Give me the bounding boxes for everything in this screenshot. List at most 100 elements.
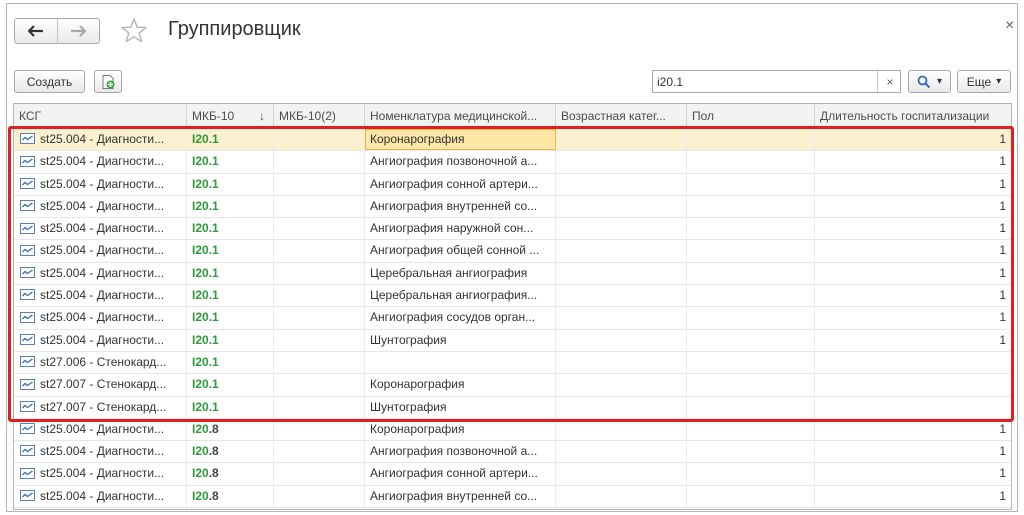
cell-nomenclature: Ангиография внутренней со... (365, 485, 556, 508)
cell-mkb10-code: I20 (192, 421, 209, 436)
cell-mkb10: I20.8 (187, 508, 274, 509)
table-body: st25.004 - Диагности... I20.1 Коронарограф… (14, 129, 1011, 509)
table-row[interactable]: st25.004 - Диагности...I20.8Коронарограф… (14, 508, 1011, 509)
column-header-sex[interactable]: Пол (687, 104, 815, 128)
cell-mkb10-code: I20 (192, 154, 209, 169)
back-button[interactable] (15, 19, 57, 43)
copy-add-icon (102, 74, 115, 89)
table-row[interactable]: st25.004 - Диагности... I20.8 Ангиография … (14, 441, 1011, 464)
star-icon[interactable] (119, 16, 149, 46)
grouper-table: КСГ МКБ-10 ↓ МКБ-10(2) Номенклатура меди… (13, 103, 1012, 510)
table-row[interactable]: st25.004 - Диагности... I20.1 Шунтография 1 (14, 329, 1011, 352)
cell-sex (687, 307, 815, 329)
table-row[interactable]: st25.004 - Диагности... I20.1 Ангиография … (14, 307, 1011, 330)
table-row[interactable]: st27.007 - Стенокард... I20.1 Коронарограф… (14, 374, 1011, 397)
table-row[interactable]: st25.004 - Диагности... I20.1 Церебральная… (14, 285, 1011, 308)
cell-ksg-text: st25.004 - Диагности... (40, 421, 165, 436)
table-row[interactable]: st27.006 - Стенокард... I20.1 (14, 351, 1011, 375)
table-row-icon (20, 133, 35, 145)
table-row[interactable]: st25.004 - Диагности... I20.1 Ангиография … (14, 195, 1011, 219)
cell-mkb10: I20.8 (187, 418, 274, 441)
cell-mkb10-2 (274, 463, 365, 485)
cell-duration: 1 (999, 421, 1006, 436)
cell-nomenclature: Шунтография (365, 329, 556, 351)
cell-mkb10-2 (274, 218, 365, 240)
cell-duration: 1 (999, 310, 1006, 325)
column-header-nomenclature[interactable]: Номенклатура медицинской... (365, 104, 556, 128)
table-row[interactable]: st25.004 - Диагности... I20.1 Ангиография … (14, 151, 1011, 174)
search-field[interactable]: × (652, 70, 901, 93)
column-header-mkb10-2[interactable]: МКБ-10(2) (274, 104, 365, 128)
cell-ksg: st27.007 - Стенокард... (14, 374, 187, 396)
cell-sex (687, 285, 815, 307)
forward-button[interactable] (56, 19, 100, 43)
cell-duration: 1 (999, 132, 1006, 146)
cell-ksg-text: st25.004 - Диагности... (40, 176, 165, 191)
table-row-icon (20, 244, 35, 256)
cell-duration: 1 (999, 176, 1006, 191)
clear-search-button[interactable]: × (877, 71, 902, 92)
column-header-mkb10[interactable]: МКБ-10 ↓ (187, 104, 274, 128)
table-row[interactable]: st25.004 - Диагности... I20.1 Коронарограф… (14, 129, 1011, 152)
column-header-age-category[interactable]: Возрастная катег... (556, 104, 687, 128)
cell-mkb10-suffix: .1 (208, 221, 219, 236)
search-button[interactable]: ▾ (908, 70, 951, 93)
cell-duration: 1 (999, 444, 1006, 459)
table-row[interactable]: st25.004 - Диагности... I20.1 Ангиография … (14, 173, 1011, 196)
table-row[interactable]: st25.004 - Диагности... I20.1 Ангиография … (14, 240, 1011, 263)
cell-nomenclature: Ангиография внутренней со... (365, 195, 556, 218)
cell-ksg: st27.006 - Стенокард... (14, 351, 187, 374)
close-icon[interactable]: × (1005, 17, 1014, 35)
cell-nomenclature: Коронарография (365, 374, 556, 396)
cell-mkb10: I20.1 (187, 262, 274, 285)
navigation-buttons (14, 18, 100, 44)
create-button[interactable]: Создать (14, 70, 85, 93)
cell-mkb10-2 (274, 173, 365, 195)
table-row[interactable]: st25.004 - Диагности... I20.1 Ангиография … (14, 218, 1011, 241)
copy-button[interactable] (94, 70, 122, 93)
column-header-mkb10-label: МКБ-10 (192, 109, 235, 123)
table-row-icon (20, 155, 35, 167)
cell-age-category (556, 485, 687, 508)
cell-ksg-text: st25.004 - Диагности... (40, 310, 165, 325)
table-row[interactable]: st25.004 - Диагности... I20.8 Ангиография … (14, 485, 1011, 509)
cell-nomenclature: Коронарография (365, 129, 556, 151)
cell-mkb10-suffix: .1 (208, 288, 219, 303)
cell-age-category (556, 307, 687, 329)
table-row-icon (20, 467, 35, 479)
cell-mkb10: I20.1 (187, 240, 274, 262)
cell-age-category (556, 329, 687, 351)
search-input[interactable] (655, 73, 877, 90)
cell-ksg-text: st25.004 - Диагности... (40, 332, 165, 347)
cell-mkb10: I20.1 (187, 195, 274, 218)
cell-age-category (556, 240, 687, 262)
cell-mkb10: I20.1 (187, 329, 274, 351)
column-header-ksg[interactable]: КСГ (14, 104, 187, 128)
cell-mkb10-suffix: .1 (208, 354, 219, 369)
cell-ksg: st25.004 - Диагности... (14, 285, 187, 307)
table-row[interactable]: st25.004 - Диагности... I20.1 Церебральная… (14, 262, 1011, 286)
table-row-icon (20, 334, 35, 345)
cell-ksg-text: st25.004 - Диагности... (40, 132, 165, 146)
cell-sex (687, 218, 815, 240)
more-button[interactable]: Еще ▾ (957, 70, 1011, 93)
table-row[interactable]: st25.004 - Диагности... I20.8 Ангиография … (14, 463, 1011, 486)
table-row[interactable]: st25.004 - Диагности...I20.8Коронарограф… (14, 418, 1011, 442)
search-icon (917, 75, 931, 88)
cell-age-category (556, 285, 687, 307)
table-row[interactable]: st27.007 - Стенокард... I20.1 Шунтография (14, 396, 1011, 419)
table-row-icon (20, 490, 35, 502)
cell-mkb10: I20.8 (187, 485, 274, 508)
column-header-duration[interactable]: Длительность госпитализации (815, 104, 1011, 128)
cell-mkb10-2 (274, 351, 365, 374)
table-row-icon (20, 378, 35, 390)
cell-age-category (556, 463, 687, 485)
cell-mkb10-suffix: .8 (208, 466, 219, 481)
cell-mkb10: I20.1 (187, 307, 274, 329)
cell-ksg: st25.004 - Диагности... (14, 195, 187, 218)
cell-age-category (556, 218, 687, 240)
cell-mkb10-suffix: .1 (208, 399, 219, 414)
cell-sex (687, 151, 815, 173)
cell-sex (687, 262, 815, 285)
cell-duration: 1 (999, 243, 1006, 258)
